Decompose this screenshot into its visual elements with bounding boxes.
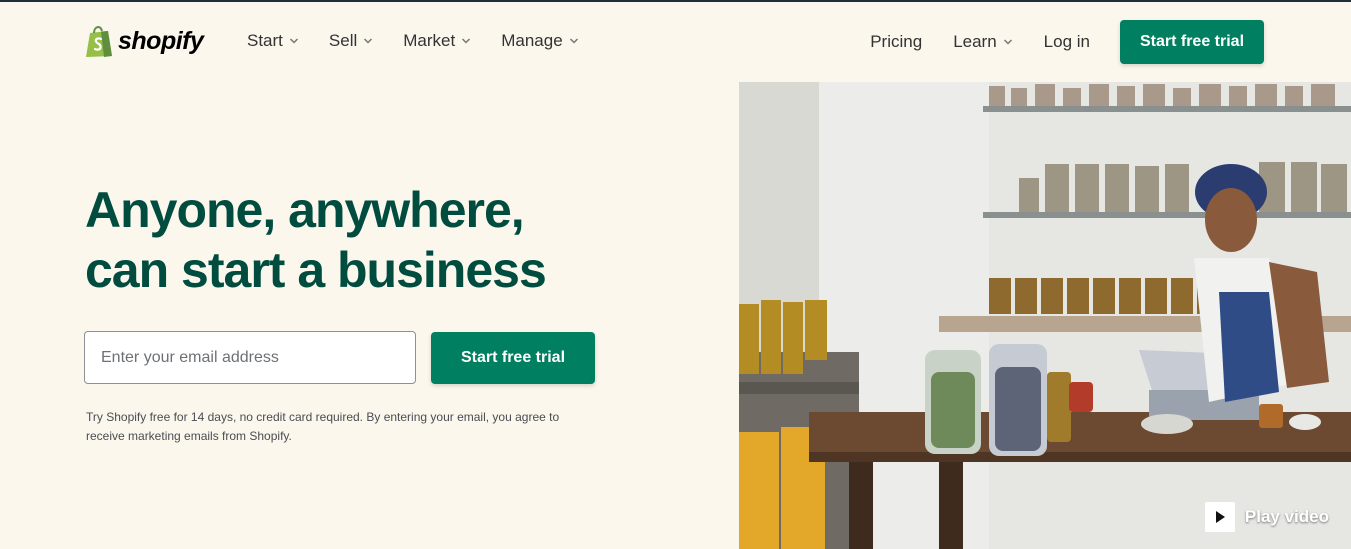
hero-image: Play video — [739, 82, 1351, 549]
headline-line-1: Anyone, anywhere, — [85, 182, 525, 238]
nav-start[interactable]: Start — [247, 31, 299, 51]
nav-market[interactable]: Market — [403, 31, 471, 51]
learn-menu[interactable]: Learn — [953, 32, 1012, 52]
nav-manage[interactable]: Manage — [501, 31, 578, 51]
learn-label: Learn — [953, 32, 997, 51]
chevron-down-icon — [1003, 39, 1012, 45]
pricing-link[interactable]: Pricing — [870, 32, 922, 52]
logo-wordmark: shopify — [118, 26, 204, 55]
nav-start-label: Start — [247, 31, 283, 50]
merchant-photo-illustration — [739, 82, 1351, 549]
shopify-logo[interactable]: shopify — [84, 24, 204, 58]
play-video-button[interactable]: Play video — [1204, 502, 1329, 532]
signup-disclaimer: Try Shopify free for 14 days, no credit … — [86, 410, 560, 443]
play-video-label: Play video — [1244, 507, 1329, 526]
chevron-down-icon — [462, 38, 471, 44]
header-start-trial-button[interactable]: Start free trial — [1120, 20, 1264, 64]
shopping-bag-icon — [86, 26, 112, 57]
site-header: shopify Start Sell Market Manage Pricing… — [0, 2, 1351, 80]
secondary-nav: Pricing Learn Log in Start free trial — [870, 20, 1264, 64]
headline-line-2: can start a business — [85, 242, 547, 298]
chevron-down-icon — [289, 38, 298, 44]
play-icon — [1204, 502, 1235, 532]
chevron-down-icon — [569, 38, 578, 44]
hero-headline: Anyone, anywhere, can start a business — [85, 180, 547, 300]
login-link[interactable]: Log in — [1044, 32, 1090, 52]
email-input[interactable] — [84, 331, 416, 384]
chevron-down-icon — [364, 38, 373, 44]
nav-sell-label: Sell — [328, 31, 358, 50]
nav-manage-label: Manage — [501, 31, 563, 50]
nav-sell[interactable]: Sell — [329, 31, 373, 51]
primary-nav: Start Sell Market Manage — [247, 31, 579, 51]
hero-start-trial-button[interactable]: Start free trial — [431, 332, 595, 384]
nav-market-label: Market — [403, 31, 456, 50]
